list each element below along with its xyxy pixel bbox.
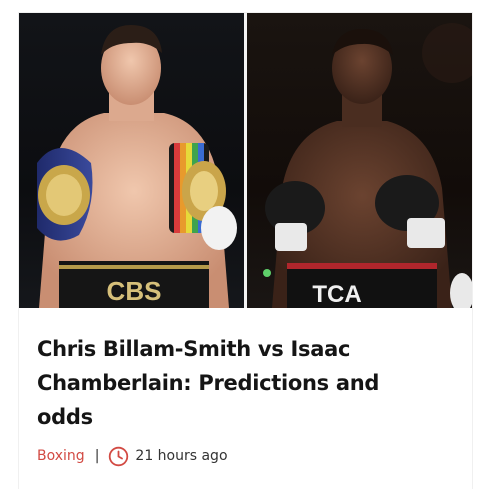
category-link[interactable]: Boxing [37, 448, 85, 464]
article-meta: Boxing | 21 hours ago [37, 444, 228, 468]
article-card[interactable]: CBS TCA Chris Billam-Smith vs Isaac Cham… [19, 13, 472, 489]
trunks-lettering-left: CBS [107, 276, 162, 306]
fighter-photo-left: CBS [19, 13, 244, 308]
article-hero-image[interactable]: CBS TCA [19, 13, 472, 308]
published-time: 21 hours ago [135, 448, 228, 464]
meta-separator: | [94, 448, 100, 464]
fighter-photo-right: TCA [247, 13, 472, 308]
trunks-lettering-right: TCA [312, 281, 361, 308]
clock-icon [108, 446, 129, 467]
article-title[interactable]: Chris Billam-Smith vs Isaac Chamberlain:… [37, 332, 437, 434]
